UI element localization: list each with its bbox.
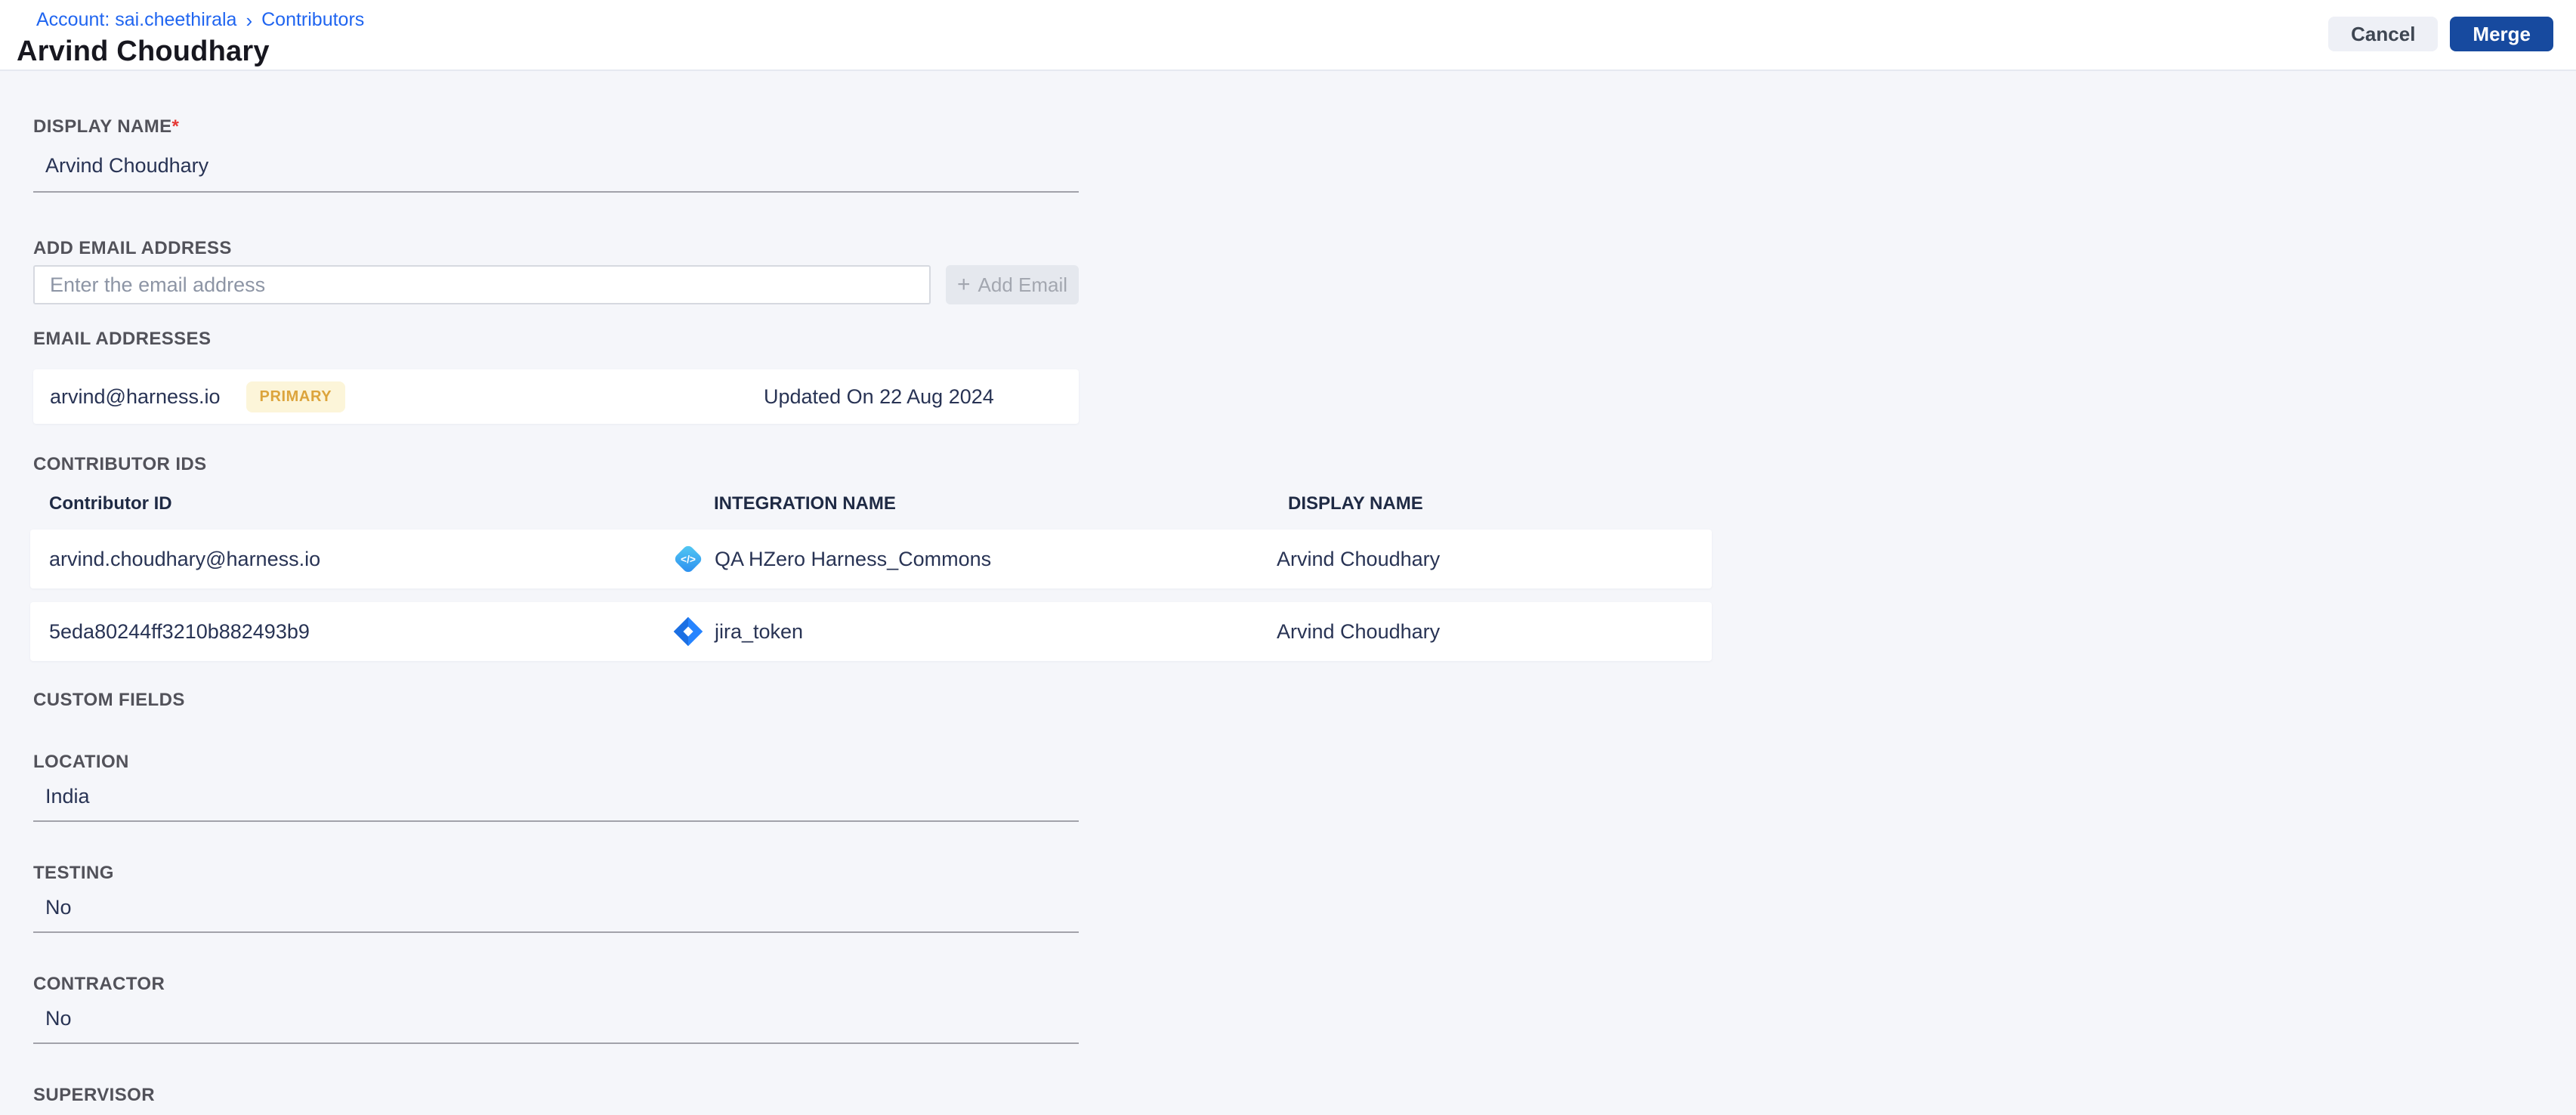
email-input[interactable] bbox=[33, 265, 931, 304]
display-name-label: DISPLAY NAME* bbox=[33, 116, 180, 137]
contractor-label: CONTRACTOR bbox=[33, 974, 165, 994]
top-bar: Account: sai.cheethirala › Contributors … bbox=[0, 0, 2576, 69]
email-address-value: arvind@harness.io bbox=[50, 385, 221, 408]
integration-cell: </> QA HZero Harness_Commons bbox=[672, 542, 1246, 576]
supervisor-label: SUPERVISOR bbox=[33, 1085, 155, 1105]
location-field[interactable]: India bbox=[33, 773, 1079, 822]
code-diamond-icon: </> bbox=[675, 545, 702, 573]
testing-label: TESTING bbox=[33, 863, 114, 883]
column-header-contributor-id: Contributor ID bbox=[49, 493, 172, 514]
add-email-row: + Add Email bbox=[33, 265, 2576, 304]
display-name-section: DISPLAY NAME* Arvind Choudhary bbox=[33, 116, 2576, 193]
location-label: LOCATION bbox=[33, 752, 129, 772]
display-name-value: Arvind Choudhary bbox=[1277, 547, 1441, 570]
contributor-id-value: arvind.choudhary@harness.io bbox=[49, 547, 321, 570]
email-updated-on: Updated On 22 Aug 2024 bbox=[764, 385, 994, 408]
primary-badge: PRIMARY bbox=[246, 381, 346, 412]
email-address-card: arvind@harness.io PRIMARY Updated On 22 … bbox=[33, 369, 1079, 424]
table-row: 5eda80244ff3210b882493b9 jira_token Arvi… bbox=[30, 602, 1712, 661]
page-title: Arvind Choudhary bbox=[17, 36, 270, 67]
merge-button[interactable]: Merge bbox=[2450, 17, 2553, 51]
header-actions: Cancel Merge bbox=[2328, 17, 2553, 51]
testing-field[interactable]: No bbox=[33, 884, 1079, 933]
add-email-button[interactable]: + Add Email bbox=[946, 265, 1079, 304]
email-addresses-label: EMAIL ADDRESSES bbox=[33, 329, 212, 349]
add-email-label: ADD EMAIL ADDRESS bbox=[33, 238, 232, 258]
integration-name-value: QA HZero Harness_Commons bbox=[715, 547, 992, 570]
breadcrumb-contributors-link[interactable]: Contributors bbox=[261, 9, 364, 31]
breadcrumb: Account: sai.cheethirala › Contributors bbox=[36, 9, 364, 31]
add-email-button-label: Add Email bbox=[978, 273, 1068, 296]
custom-field-supervisor: SUPERVISOR Nishant bbox=[33, 1085, 2576, 1115]
column-header-integration-name: INTEGRATION NAME bbox=[714, 493, 896, 514]
plus-icon: + bbox=[956, 272, 971, 297]
email-addresses-section: EMAIL ADDRESSES arvind@harness.io PRIMAR… bbox=[33, 329, 2576, 424]
contributor-id-value: 5eda80244ff3210b882493b9 bbox=[49, 619, 310, 643]
content-area: DISPLAY NAME* Arvind Choudhary ADD EMAIL… bbox=[0, 69, 2576, 1115]
custom-fields-section: CUSTOM FIELDS LOCATION India TESTING No … bbox=[33, 690, 2576, 1115]
contributor-ids-section: CONTRIBUTOR IDS Contributor ID INTEGRATI… bbox=[30, 454, 2576, 661]
custom-fields-label: CUSTOM FIELDS bbox=[33, 690, 185, 710]
add-email-section: ADD EMAIL ADDRESS + Add Email bbox=[33, 238, 2576, 304]
custom-field-contractor: CONTRACTOR No bbox=[33, 974, 2576, 1044]
supervisor-field[interactable]: Nishant bbox=[33, 1106, 1079, 1115]
svg-text:</>: </> bbox=[681, 554, 696, 565]
table-header-row: Contributor ID INTEGRATION NAME DISPLAY … bbox=[30, 475, 1712, 530]
jira-icon bbox=[673, 616, 703, 647]
required-asterisk: * bbox=[171, 116, 180, 137]
custom-field-location: LOCATION India bbox=[33, 752, 2576, 822]
integration-name-value: jira_token bbox=[715, 619, 804, 643]
contributor-ids-table: Contributor ID INTEGRATION NAME DISPLAY … bbox=[30, 475, 1712, 661]
header-left: Account: sai.cheethirala › Contributors … bbox=[17, 9, 364, 68]
column-header-display-name: DISPLAY NAME bbox=[1288, 493, 1423, 514]
custom-field-testing: TESTING No bbox=[33, 863, 2576, 933]
integration-cell: jira_token bbox=[672, 615, 1246, 648]
table-row: arvind.choudhary@harness.io </> QA HZero… bbox=[30, 530, 1712, 588]
display-name-value: Arvind Choudhary bbox=[1277, 619, 1441, 643]
chevron-right-icon: › bbox=[246, 8, 253, 32]
display-name-field[interactable]: Arvind Choudhary bbox=[33, 137, 1079, 193]
breadcrumb-account-link[interactable]: Account: sai.cheethirala bbox=[36, 9, 236, 31]
cancel-button[interactable]: Cancel bbox=[2328, 17, 2439, 51]
contractor-field[interactable]: No bbox=[33, 995, 1079, 1044]
contributor-ids-label: CONTRIBUTOR IDS bbox=[33, 454, 207, 474]
